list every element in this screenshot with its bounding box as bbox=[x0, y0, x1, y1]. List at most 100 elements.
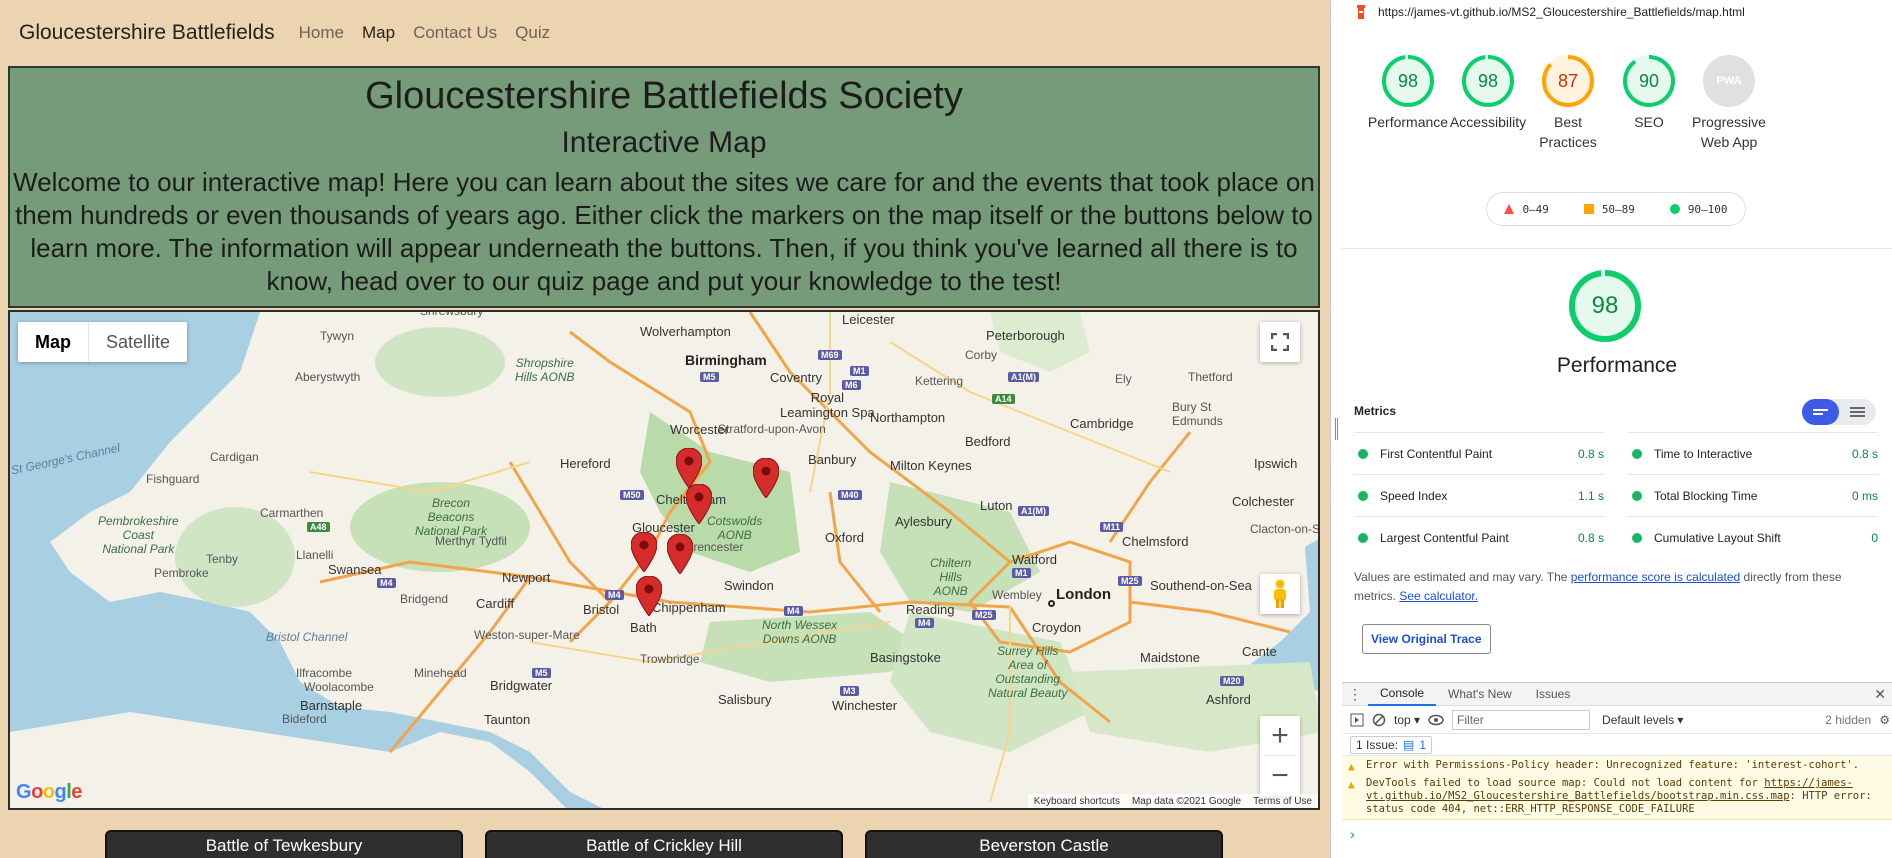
battle-of-tewkesbury-button[interactable]: Battle of Tewkesbury bbox=[105, 830, 463, 858]
label-merthyr: Merthyr Tydfil bbox=[435, 534, 507, 548]
map-marker-pin[interactable] bbox=[686, 484, 712, 524]
metrics-view-toggle[interactable] bbox=[1802, 399, 1876, 425]
map-type-control: Map Satellite bbox=[18, 322, 188, 362]
eye-icon[interactable] bbox=[1428, 714, 1444, 726]
expanded-lines-icon[interactable] bbox=[1839, 399, 1876, 425]
label-aylesbury: Aylesbury bbox=[895, 514, 952, 529]
label-bristol: Bristol bbox=[583, 602, 620, 617]
street-view-pegman[interactable] bbox=[1260, 574, 1300, 614]
google-logo: Google bbox=[16, 781, 82, 803]
label-cardiff: Cardiff bbox=[476, 596, 515, 611]
label-ashford: Ashford bbox=[1206, 692, 1251, 707]
label-reading: Reading bbox=[906, 602, 955, 617]
page-subtitle: Interactive Map bbox=[561, 126, 767, 159]
panel-splitter[interactable] bbox=[1330, 0, 1342, 858]
score-gauge-progressive-web-app[interactable]: PWA Progressive Web App bbox=[1679, 54, 1779, 152]
log-levels-dropdown[interactable]: Default levels ▾ bbox=[1602, 713, 1683, 727]
road-m4-swindon: M4 bbox=[784, 606, 803, 616]
label-pembrokeshire: Pembrokeshire Coast National Park bbox=[98, 514, 179, 556]
map-type-map-button[interactable]: Map bbox=[18, 322, 89, 362]
metric-total-blocking-time: Total Blocking Time 0 ms bbox=[1628, 474, 1878, 516]
label-shropshire: Shropshire Hills AONB bbox=[515, 356, 575, 384]
location-buttons: Battle of Tewkesbury Battle of Crickley … bbox=[0, 830, 1330, 858]
console-prompt[interactable]: › bbox=[1350, 826, 1355, 842]
label-croydon: Croydon bbox=[1032, 620, 1082, 635]
road-m4-bristol: M4 bbox=[605, 590, 624, 600]
metric-time-to-interactive: Time to Interactive 0.8 s bbox=[1628, 432, 1878, 474]
brand-link[interactable]: Gloucestershire Battlefields bbox=[19, 21, 275, 45]
nav-quiz[interactable]: Quiz bbox=[515, 23, 550, 43]
label-bridgend: Bridgend bbox=[400, 592, 449, 606]
keyboard-shortcuts-link[interactable]: Keyboard shortcuts bbox=[1034, 796, 1120, 807]
label-cotswolds: Cotswolds AONB bbox=[707, 514, 763, 542]
see-calculator-link[interactable]: See calculator. bbox=[1399, 589, 1478, 603]
map-marker-pin[interactable] bbox=[753, 458, 779, 498]
gauge-score: 87 bbox=[1557, 71, 1579, 91]
sidebar-toggle-icon[interactable] bbox=[1350, 713, 1364, 727]
label-cambridge: Cambridge bbox=[1070, 416, 1134, 431]
map-marker-pin[interactable] bbox=[631, 532, 657, 572]
zoom-in-button[interactable]: + bbox=[1265, 716, 1295, 756]
console-settings-icon[interactable]: ⚙ bbox=[1879, 713, 1892, 727]
label-shrewsbury: Shrewsbury bbox=[420, 310, 484, 318]
road-m3: M3 bbox=[840, 686, 859, 696]
score-calculated-link[interactable]: performance score is calculated bbox=[1571, 570, 1740, 584]
map-marker-pin[interactable] bbox=[667, 534, 693, 574]
legend-fail: 0–49 bbox=[1504, 203, 1549, 216]
label-brecon: Brecon Beacons National Park bbox=[415, 496, 488, 538]
label-milton-keynes: Milton Keynes bbox=[890, 458, 972, 473]
drawer-menu-icon[interactable]: ⋮ bbox=[1342, 683, 1368, 705]
console-filter-input[interactable]: Filter bbox=[1452, 709, 1591, 730]
label-salisbury: Salisbury bbox=[718, 692, 772, 707]
label-peterborough: Peterborough bbox=[986, 328, 1065, 343]
performance-gauge-large: 98 bbox=[1567, 268, 1643, 344]
terms-of-use-link[interactable]: Terms of Use bbox=[1253, 796, 1312, 807]
tab-issues[interactable]: Issues bbox=[1524, 683, 1583, 705]
road-m5: M5 bbox=[700, 372, 719, 382]
label-colchester: Colchester bbox=[1232, 494, 1295, 509]
pass-dot-icon bbox=[1632, 448, 1642, 459]
label-luton: Luton bbox=[980, 498, 1013, 513]
label-birmingham: Birmingham bbox=[685, 352, 767, 368]
london-marker-dot bbox=[1048, 600, 1055, 607]
tab-whats-new[interactable]: What's New bbox=[1436, 683, 1524, 705]
label-tenby: Tenby bbox=[206, 552, 239, 566]
road-m6: M6 bbox=[842, 380, 861, 390]
label-bridgwater: Bridgwater bbox=[490, 678, 553, 693]
website-viewport: Gloucestershire Battlefields Home Map Co… bbox=[0, 0, 1330, 858]
close-drawer-icon[interactable]: ✕ bbox=[1874, 686, 1892, 703]
metric-largest-contentful-paint: Largest Contentful Paint 0.8 s bbox=[1354, 516, 1604, 558]
warning-icon: ▲ bbox=[1348, 760, 1355, 773]
fullscreen-button[interactable] bbox=[1260, 322, 1300, 362]
interactive-map[interactable]: Shrewsbury Wolverhampton Leicester Peter… bbox=[8, 310, 1320, 810]
issues-bar[interactable]: 1 Issue: ▤ 1 bbox=[1342, 734, 1892, 756]
label-bedford: Bedford bbox=[965, 434, 1011, 449]
label-minehead: Minehead bbox=[414, 666, 467, 680]
warning-icon: ▲ bbox=[1348, 778, 1355, 791]
issues-message-icon: ▤ bbox=[1403, 737, 1415, 752]
map-marker-pin[interactable] bbox=[636, 576, 662, 616]
zoom-out-button[interactable]: − bbox=[1271, 756, 1289, 796]
view-original-trace-button[interactable]: View Original Trace bbox=[1362, 624, 1491, 654]
compact-lines-icon bbox=[1813, 409, 1828, 415]
label-tywyn: Tywyn bbox=[320, 329, 355, 343]
label-stratford: Stratford-upon-Avon bbox=[718, 422, 826, 436]
nav-home[interactable]: Home bbox=[299, 23, 344, 43]
issues-badge[interactable]: 1 Issue: ▤ 1 bbox=[1350, 735, 1433, 754]
label-basingstoke: Basingstoke bbox=[870, 650, 941, 665]
label-taunton: Taunton bbox=[484, 712, 531, 727]
map-type-satellite-button[interactable]: Satellite bbox=[89, 322, 187, 362]
toggle-compact-view[interactable] bbox=[1802, 399, 1839, 425]
battle-of-crickley-hill-button[interactable]: Battle of Crickley Hill bbox=[485, 830, 843, 858]
road-m11: M11 bbox=[1100, 522, 1124, 532]
beverston-castle-button[interactable]: Beverston Castle bbox=[865, 830, 1223, 858]
clear-console-icon[interactable] bbox=[1372, 713, 1386, 727]
nav-map[interactable]: Map bbox=[362, 23, 395, 43]
map-marker-pin[interactable] bbox=[676, 448, 702, 488]
page-title: Gloucestershire Battlefields Society bbox=[365, 75, 963, 117]
pass-dot-icon bbox=[1632, 490, 1642, 501]
tab-console[interactable]: Console bbox=[1368, 682, 1437, 706]
context-selector[interactable]: top ▾ bbox=[1394, 713, 1420, 727]
gauge-score: 98 bbox=[1477, 71, 1499, 91]
nav-contact[interactable]: Contact Us bbox=[413, 23, 497, 43]
